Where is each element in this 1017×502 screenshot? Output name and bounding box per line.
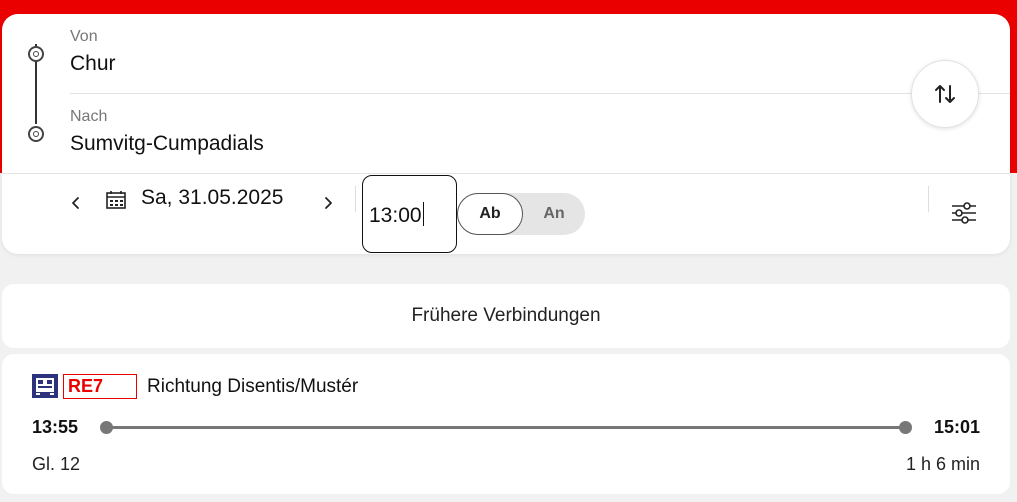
previous-day-button[interactable] <box>66 185 86 219</box>
journey-start-dot <box>100 421 113 434</box>
separator <box>928 186 929 212</box>
calendar-button[interactable] <box>105 190 127 215</box>
filter-button[interactable] <box>950 201 978 230</box>
earlier-connections-button[interactable]: Frühere Verbindungen <box>2 284 1010 348</box>
journey-line <box>106 426 906 429</box>
from-field[interactable]: Chur <box>70 52 116 76</box>
next-day-button[interactable] <box>318 185 338 219</box>
chevron-right-icon <box>325 197 332 209</box>
departure-arrival-toggle: Ab An <box>457 193 585 235</box>
origin-stop-icon <box>28 46 44 62</box>
divider <box>70 93 1010 94</box>
departure-time: 13:55 <box>32 417 79 437</box>
from-label: Von <box>70 28 98 45</box>
line-badge: RE7 <box>63 374 137 399</box>
connection-card[interactable]: RE7 Richtung Disentis/Mustér 13:55 15:01… <box>2 354 1010 494</box>
train-icon <box>32 374 58 403</box>
time-value: 13:00 <box>369 204 422 227</box>
destination-stop-icon <box>28 126 44 142</box>
sliders-icon <box>952 202 976 224</box>
section-divider <box>2 173 1010 174</box>
journey-end-dot <box>899 421 912 434</box>
text-caret <box>422 202 425 226</box>
arrival-time: 15:01 <box>933 417 980 437</box>
swap-button[interactable] <box>911 60 979 128</box>
swap-arrows-icon <box>935 85 955 103</box>
separator <box>355 186 356 212</box>
calendar-icon <box>106 191 126 209</box>
to-field[interactable]: Sumvitg-Cumpadials <box>70 132 264 156</box>
duration: 1 h 6 min <box>905 454 980 474</box>
to-label: Nach <box>70 108 108 125</box>
direction-text: Richtung Disentis/Mustér <box>147 376 359 397</box>
date-display[interactable]: Sa, 31.05.2025 <box>141 186 283 210</box>
toggle-arrival[interactable]: An <box>523 193 585 235</box>
chevron-left-icon <box>72 197 79 209</box>
time-input[interactable]: 13:00 <box>362 175 457 253</box>
toggle-departure[interactable]: Ab <box>457 193 523 235</box>
platform: Gl. 12 <box>32 454 81 474</box>
